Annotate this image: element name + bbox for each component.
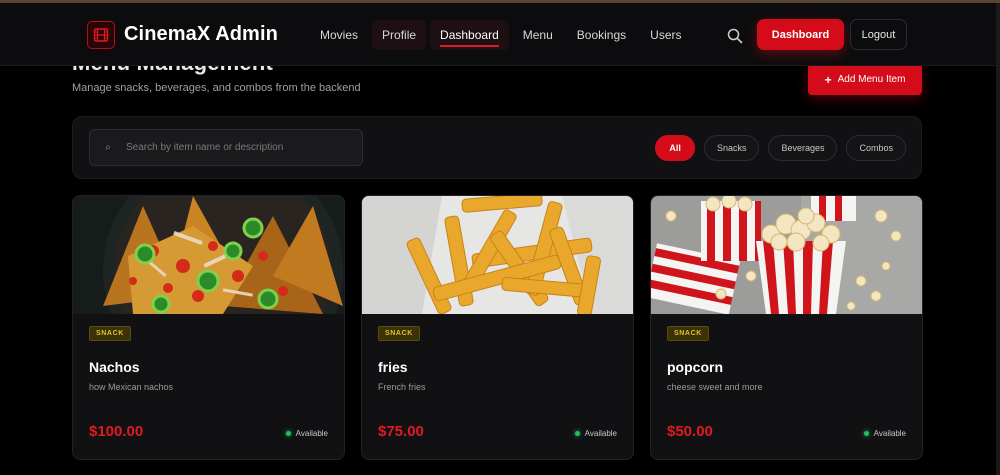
search-icon: ⌕ bbox=[105, 142, 111, 153]
search-box[interactable]: ⌕ bbox=[89, 129, 363, 166]
filter-chip-snacks[interactable]: Snacks bbox=[703, 135, 760, 161]
nav-bookings[interactable]: Bookings bbox=[567, 20, 636, 50]
add-menu-item-label: Add Menu Item bbox=[837, 74, 906, 85]
filter-bar: ⌕ All Snacks Beverages Combos bbox=[72, 116, 922, 179]
status-dot-icon bbox=[863, 431, 869, 436]
add-menu-item-button[interactable]: + Add Menu Item bbox=[808, 64, 922, 95]
menu-item-card[interactable]: SNACK fries French fries $75.00 Availabl… bbox=[361, 195, 634, 460]
availability-label: Available bbox=[295, 429, 328, 438]
availability-status: Available bbox=[285, 429, 328, 438]
category-filter-chips: All Snacks Beverages Combos bbox=[655, 135, 906, 161]
scrollbar[interactable] bbox=[996, 3, 1000, 475]
category-badge: SNACK bbox=[89, 326, 131, 341]
fries-image bbox=[362, 196, 633, 314]
page-subtitle: Manage snacks, beverages, and combos fro… bbox=[72, 82, 361, 94]
filter-chip-beverages[interactable]: Beverages bbox=[768, 135, 838, 161]
nav-menu[interactable]: Menu bbox=[513, 20, 563, 50]
availability-label: Available bbox=[873, 429, 906, 438]
nav-dashboard[interactable]: Dashboard bbox=[430, 20, 509, 50]
item-description: cheese sweet and more bbox=[667, 382, 763, 392]
nav-profile[interactable]: Profile bbox=[372, 20, 427, 50]
search-icon[interactable] bbox=[727, 28, 743, 49]
plus-icon: + bbox=[824, 72, 832, 87]
item-price: $75.00 bbox=[378, 423, 424, 440]
search-input[interactable] bbox=[122, 142, 352, 153]
popcorn-image bbox=[651, 196, 922, 314]
category-badge: SNACK bbox=[378, 326, 420, 341]
nachos-image bbox=[73, 196, 344, 314]
status-dot-icon bbox=[285, 431, 291, 436]
nav-movies[interactable]: Movies bbox=[310, 20, 368, 50]
menu-item-card[interactable]: SNACK popcorn cheese sweet and more $50.… bbox=[650, 195, 923, 460]
item-price: $100.00 bbox=[89, 423, 144, 440]
top-navbar: CinemaX Admin Movies Profile Dashboard M… bbox=[0, 3, 996, 66]
status-dot-icon bbox=[574, 431, 580, 436]
item-name: fries bbox=[378, 359, 408, 375]
main-nav: Movies Profile Dashboard Menu Bookings U… bbox=[310, 20, 696, 50]
filter-chip-combos[interactable]: Combos bbox=[846, 135, 906, 161]
filter-chip-all[interactable]: All bbox=[655, 135, 695, 161]
item-description: French fries bbox=[378, 382, 426, 392]
availability-status: Available bbox=[863, 429, 906, 438]
item-name: Nachos bbox=[89, 359, 140, 375]
category-badge: SNACK bbox=[667, 326, 709, 341]
availability-label: Available bbox=[584, 429, 617, 438]
item-description: how Mexican nachos bbox=[89, 382, 174, 392]
item-name: popcorn bbox=[667, 359, 723, 375]
item-price: $50.00 bbox=[667, 423, 713, 440]
dashboard-button[interactable]: Dashboard bbox=[757, 19, 844, 50]
film-logo-icon[interactable] bbox=[87, 21, 115, 49]
brand-name[interactable]: CinemaX Admin bbox=[124, 23, 278, 46]
menu-item-card[interactable]: SNACK Nachos how Mexican nachos $100.00 … bbox=[72, 195, 345, 460]
main-content: Menu Management Manage snacks, beverages… bbox=[0, 0, 996, 475]
logout-button[interactable]: Logout bbox=[850, 19, 907, 50]
availability-status: Available bbox=[574, 429, 617, 438]
nav-users[interactable]: Users bbox=[640, 20, 691, 50]
